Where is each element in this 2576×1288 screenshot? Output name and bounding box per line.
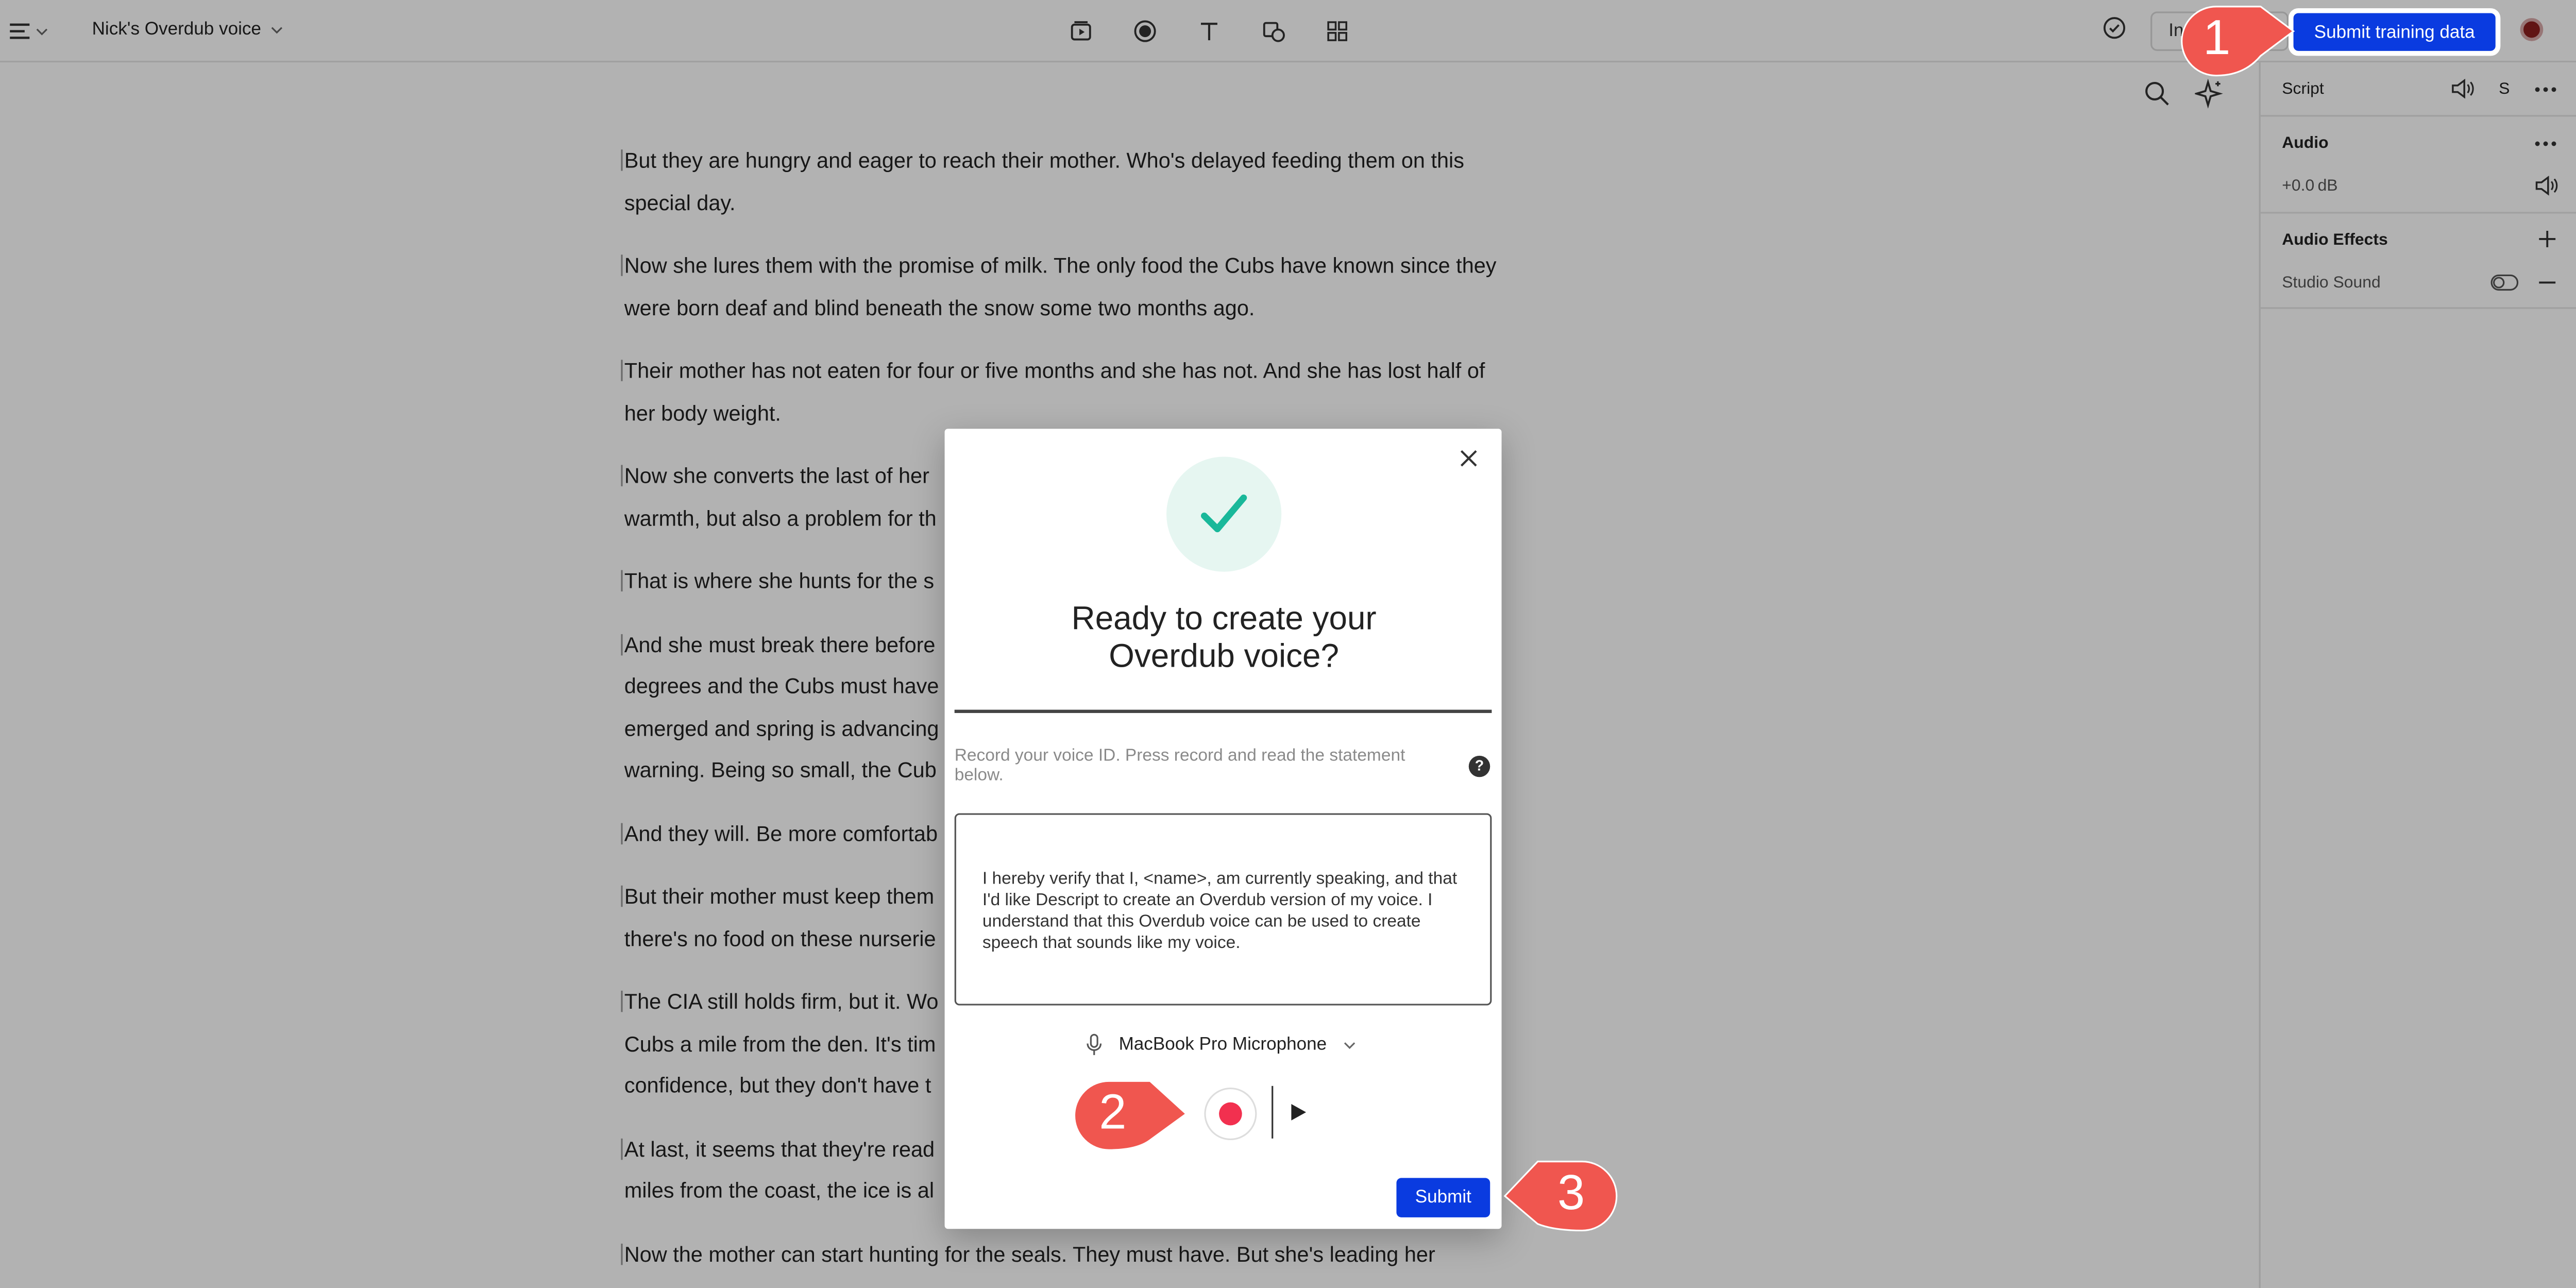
callout-3-number: 3: [1557, 1166, 1585, 1221]
microphone-select[interactable]: MacBook Pro Microphone: [1086, 1033, 1355, 1057]
success-badge: [1166, 456, 1282, 572]
callout-1-number: 1: [2203, 11, 2231, 66]
app-root: Nick's Overdub voice Invite Submit tra: [0, 0, 2576, 1288]
record-voice-button[interactable]: [1204, 1087, 1257, 1141]
submit-training-data-button-highlight[interactable]: Submit training data: [2288, 8, 2501, 56]
close-icon[interactable]: [1455, 445, 1482, 471]
playhead-divider: [1272, 1086, 1274, 1139]
help-icon[interactable]: ?: [1468, 755, 1490, 777]
checkmark-icon: [1201, 494, 1247, 533]
record-icon: [1219, 1102, 1242, 1126]
callout-1: [2181, 6, 2295, 77]
play-icon[interactable]: [1286, 1100, 1310, 1124]
dialog-submit-button[interactable]: Submit: [1396, 1178, 1490, 1217]
chevron-down-icon: [1343, 1041, 1354, 1048]
overdub-voice-dialog: Ready to create your Overdub voice? Reco…: [944, 429, 1502, 1229]
callout-2: [1073, 1080, 1188, 1151]
title-underline: [954, 709, 1492, 713]
dialog-instruction: Record your voice ID. Press record and r…: [954, 745, 1405, 786]
callout-2-number: 2: [1099, 1086, 1127, 1141]
microphone-name: MacBook Pro Microphone: [1118, 1035, 1327, 1055]
dialog-title: Ready to create your Overdub voice?: [1071, 601, 1377, 675]
verification-statement: I hereby verify that I, <name>, am curre…: [954, 813, 1492, 1006]
microphone-icon: [1087, 1033, 1102, 1055]
